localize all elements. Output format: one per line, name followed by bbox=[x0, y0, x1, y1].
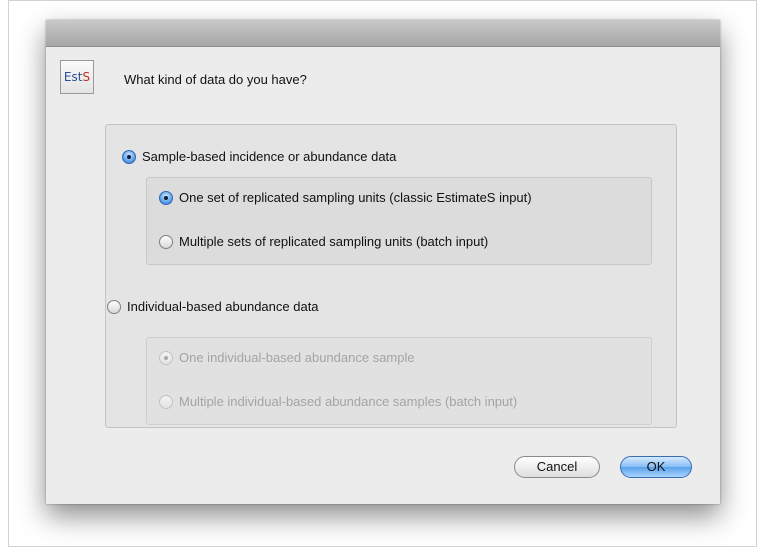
radio-one-set-replicated[interactable]: One set of replicated sampling units (cl… bbox=[159, 190, 532, 205]
sample-based-suboptions-group: One set of replicated sampling units (cl… bbox=[146, 177, 652, 265]
app-icon-text-s: S bbox=[82, 70, 91, 84]
estimates-app-icon: EstS bbox=[60, 60, 94, 94]
data-type-group: Sample-based incidence or abundance data… bbox=[105, 124, 677, 428]
radio-label-one-individual: One individual-based abundance sample bbox=[179, 350, 415, 365]
radio-button-selected-icon[interactable] bbox=[122, 149, 136, 164]
individual-based-suboptions-group: One individual-based abundance sample Mu… bbox=[146, 337, 652, 425]
radio-multiple-individual-samples: Multiple individual-based abundance samp… bbox=[159, 394, 517, 409]
radio-sample-based[interactable]: Sample-based incidence or abundance data bbox=[122, 149, 396, 164]
radio-individual-based[interactable]: Individual-based abundance data bbox=[107, 299, 319, 314]
radio-multiple-sets-batch[interactable]: Multiple sets of replicated sampling uni… bbox=[159, 234, 488, 249]
cancel-button[interactable]: Cancel bbox=[514, 456, 600, 478]
radio-button-disabled-selected-icon bbox=[159, 350, 173, 365]
radio-button-selected-icon[interactable] bbox=[159, 190, 173, 205]
data-type-dialog: EstS What kind of data do you have? Samp… bbox=[46, 20, 720, 504]
radio-label-multiple-individual: Multiple individual-based abundance samp… bbox=[179, 394, 518, 409]
radio-button-disabled-icon bbox=[159, 394, 173, 409]
ok-button[interactable]: OK bbox=[620, 456, 692, 478]
radio-label-individual-based: Individual-based abundance data bbox=[127, 299, 319, 314]
radio-label-multiple-sets: Multiple sets of replicated sampling uni… bbox=[179, 234, 489, 249]
radio-label-sample-based: Sample-based incidence or abundance data bbox=[142, 149, 397, 164]
dialog-titlebar[interactable] bbox=[46, 20, 720, 47]
app-icon-text-est: Est bbox=[63, 70, 83, 84]
radio-button-unselected-icon[interactable] bbox=[159, 234, 173, 249]
radio-button-unselected-icon[interactable] bbox=[107, 299, 121, 314]
radio-label-one-set: One set of replicated sampling units (cl… bbox=[179, 190, 532, 205]
dialog-prompt: What kind of data do you have? bbox=[124, 72, 307, 87]
radio-one-individual-sample: One individual-based abundance sample bbox=[159, 350, 415, 365]
